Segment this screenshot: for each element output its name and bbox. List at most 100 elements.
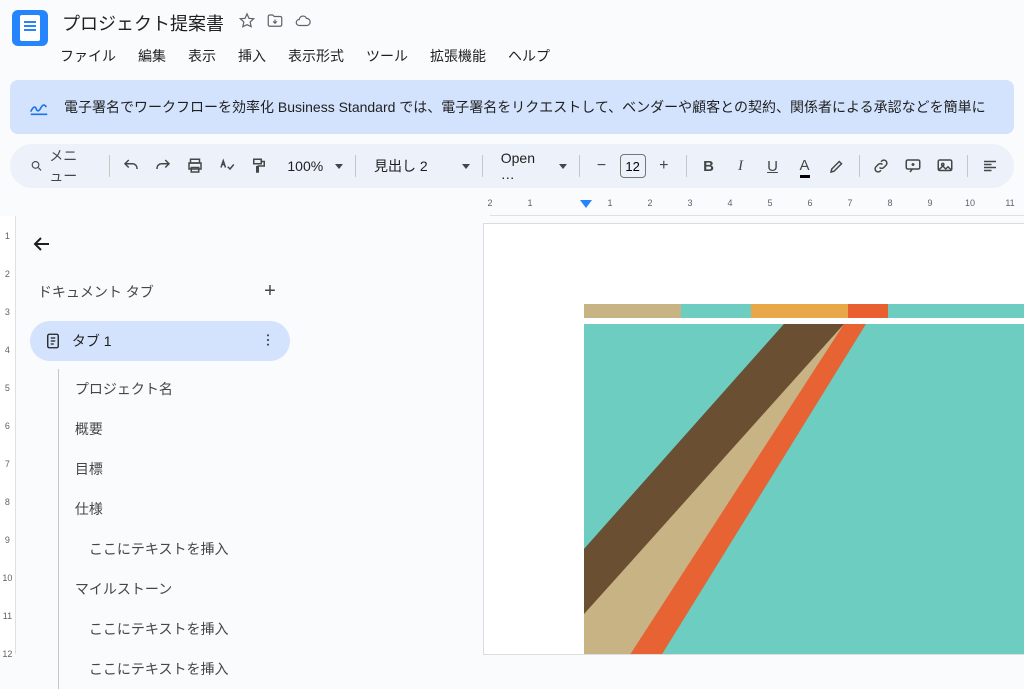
document-outline: プロジェクト名概要目標仕様ここにテキストを挿入マイルストーンここにテキストを挿入… <box>58 369 290 689</box>
outline-item[interactable]: ここにテキストを挿入 <box>75 649 290 689</box>
ruler-tick: 7 <box>5 459 10 469</box>
app-header: プロジェクト提案書 ファイル 編集 表示 挿入 表示形式 ツール 拡張機能 ヘル… <box>0 0 1024 74</box>
ruler-tick: 2 <box>647 198 652 208</box>
ruler-tick: 1 <box>5 231 10 241</box>
underline-button[interactable]: U <box>759 152 787 180</box>
ruler-tick: 2 <box>487 198 492 208</box>
vertical-ruler: 123456789101112 <box>0 216 16 654</box>
bold-button[interactable]: B <box>695 152 723 180</box>
ruler-tick: 12 <box>2 649 12 659</box>
horizontal-ruler: 211234567891011 <box>0 196 1024 216</box>
insert-image-button[interactable] <box>931 152 959 180</box>
ruler-tick: 3 <box>687 198 692 208</box>
separator <box>686 155 687 177</box>
ruler-tick: 9 <box>927 198 932 208</box>
back-button[interactable] <box>30 232 54 256</box>
menu-help[interactable]: ヘルプ <box>506 44 552 68</box>
search-icon <box>30 157 43 175</box>
promo-banner: 電子署名でワークフローを効率化 Business Standard では、電子署… <box>10 80 1014 134</box>
ruler-tick: 11 <box>1005 198 1014 208</box>
move-folder-icon[interactable] <box>266 12 284 35</box>
add-comment-button[interactable] <box>899 152 927 180</box>
document-canvas[interactable] <box>304 216 1024 654</box>
ruler-tick: 6 <box>807 198 812 208</box>
font-size-decrease[interactable]: − <box>588 152 616 180</box>
menu-file[interactable]: ファイル <box>58 44 118 68</box>
redo-button[interactable] <box>149 152 177 180</box>
tab-chip[interactable]: タブ 1 <box>30 321 290 361</box>
font-size-increase[interactable]: + <box>650 152 678 180</box>
undo-button[interactable] <box>117 152 145 180</box>
cloud-status-icon[interactable] <box>294 12 312 35</box>
font-value: Open … <box>495 150 553 182</box>
paint-format-button[interactable] <box>245 152 273 180</box>
tab-more-icon[interactable] <box>260 332 276 351</box>
font-size-input[interactable]: 12 <box>620 154 646 178</box>
template-artwork <box>584 304 1024 654</box>
ruler-tick: 7 <box>847 198 852 208</box>
ruler-tick: 4 <box>727 198 732 208</box>
outline-panel: ドキュメント タブ + タブ 1 プロジェクト名概要目標仕様ここにテキストを挿入… <box>16 216 304 654</box>
signature-icon <box>28 96 50 118</box>
document-icon <box>44 332 62 350</box>
ruler-tick: 10 <box>2 573 12 583</box>
menu-bar: ファイル 編集 表示 挿入 表示形式 ツール 拡張機能 ヘルプ <box>58 44 552 68</box>
italic-button[interactable]: I <box>727 152 755 180</box>
add-tab-button[interactable]: + <box>258 280 282 303</box>
menu-extensions[interactable]: 拡張機能 <box>428 44 488 68</box>
menu-tools[interactable]: ツール <box>364 44 410 68</box>
chevron-down-icon <box>462 164 470 169</box>
highlight-button[interactable] <box>823 152 851 180</box>
menu-edit[interactable]: 編集 <box>136 44 168 68</box>
ruler-tick: 5 <box>767 198 772 208</box>
chevron-down-icon <box>335 164 343 169</box>
ruler-tick: 3 <box>5 307 10 317</box>
ruler-tick: 9 <box>5 535 10 545</box>
docs-logo-icon[interactable] <box>12 10 48 46</box>
ruler-tick: 5 <box>5 383 10 393</box>
separator <box>355 155 356 177</box>
ruler-tick: 1 <box>607 198 612 208</box>
ruler-tick: 8 <box>5 497 10 507</box>
outline-item[interactable]: プロジェクト名 <box>75 369 290 409</box>
font-dropdown[interactable]: Open … <box>491 150 571 182</box>
paragraph-style-value: 見出し 2 <box>368 156 434 176</box>
separator <box>482 155 483 177</box>
outline-item[interactable]: 概要 <box>75 409 290 449</box>
ruler-tick: 10 <box>965 198 975 208</box>
separator <box>109 155 110 177</box>
indent-marker[interactable] <box>580 200 592 208</box>
outline-item[interactable]: 仕様 <box>75 489 290 529</box>
insert-link-button[interactable] <box>867 152 895 180</box>
separator <box>967 155 968 177</box>
outline-item[interactable]: 目標 <box>75 449 290 489</box>
outline-item[interactable]: ここにテキストを挿入 <box>75 609 290 649</box>
tab-label: タブ 1 <box>72 331 112 351</box>
paragraph-style-dropdown[interactable]: 見出し 2 <box>364 156 474 176</box>
document-page <box>484 224 1024 654</box>
separator <box>859 155 860 177</box>
ruler-tick: 8 <box>887 198 892 208</box>
menu-format[interactable]: 表示形式 <box>286 44 346 68</box>
ruler-tick: 2 <box>5 269 10 279</box>
spellcheck-button[interactable] <box>213 152 241 180</box>
separator <box>579 155 580 177</box>
star-icon[interactable] <box>238 12 256 35</box>
chevron-down-icon <box>559 164 567 169</box>
zoom-value: 100% <box>281 158 329 174</box>
print-button[interactable] <box>181 152 209 180</box>
ruler-tick: 1 <box>527 198 532 208</box>
toolbar-search[interactable]: メニュー <box>20 142 101 190</box>
toolbar-search-label: メニュー <box>49 146 90 186</box>
align-button[interactable] <box>976 152 1004 180</box>
panel-title: ドキュメント タブ <box>38 282 154 302</box>
zoom-dropdown[interactable]: 100% <box>277 158 347 174</box>
menu-insert[interactable]: 挿入 <box>236 44 268 68</box>
outline-item[interactable]: マイルストーン <box>75 569 290 609</box>
outline-item[interactable]: ここにテキストを挿入 <box>75 529 290 569</box>
text-color-button[interactable]: A <box>791 152 819 180</box>
menu-view[interactable]: 表示 <box>186 44 218 68</box>
toolbar: メニュー 100% 見出し 2 Open … − 12 + B I U A <box>10 144 1014 188</box>
document-title[interactable]: プロジェクト提案書 <box>58 8 228 38</box>
ruler-tick: 4 <box>5 345 10 355</box>
